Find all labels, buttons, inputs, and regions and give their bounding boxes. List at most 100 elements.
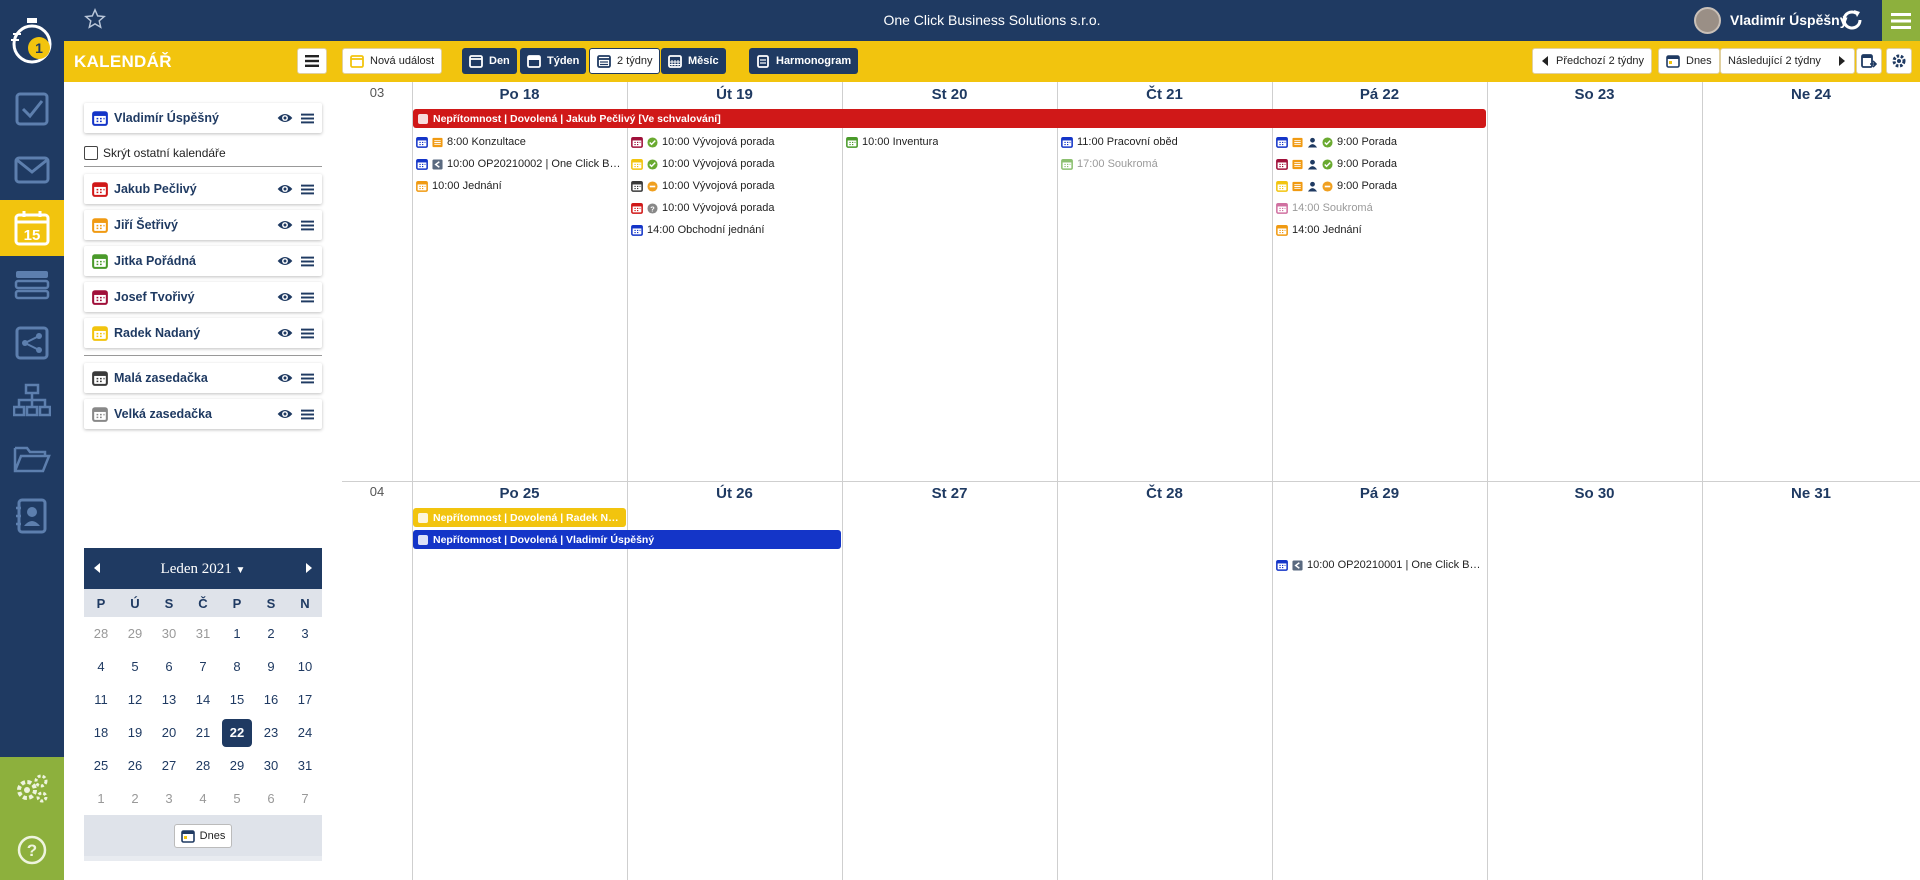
calendar-item-person-4[interactable]: Radek Nadaný bbox=[84, 318, 322, 348]
mini-day[interactable]: 13 bbox=[152, 683, 186, 716]
sidebar-item-tasks[interactable] bbox=[0, 82, 64, 136]
mini-day[interactable]: 16 bbox=[254, 683, 288, 716]
mini-day[interactable]: 29 bbox=[220, 749, 254, 782]
caret-right-icon[interactable] bbox=[304, 562, 314, 574]
mini-day[interactable]: 25 bbox=[84, 749, 118, 782]
mini-day[interactable]: 4 bbox=[186, 782, 220, 815]
mini-day[interactable]: 3 bbox=[288, 617, 322, 650]
event-item[interactable]: 14:00 Jednání bbox=[1276, 221, 1483, 239]
mini-day[interactable]: 4 bbox=[84, 650, 118, 683]
event-item[interactable]: 10:00 Vývojová porada bbox=[631, 177, 838, 195]
menu-icon[interactable] bbox=[301, 112, 314, 125]
mini-day[interactable]: 21 bbox=[186, 716, 220, 749]
mini-day[interactable]: 28 bbox=[186, 749, 220, 782]
calendar-item-person-2[interactable]: Jitka Pořádná bbox=[84, 246, 322, 276]
eye-icon[interactable] bbox=[277, 253, 293, 269]
event-item[interactable]: 10:00 OP20210001 | One Click B… bbox=[1276, 556, 1483, 574]
mini-day[interactable]: 6 bbox=[254, 782, 288, 815]
menu-icon[interactable] bbox=[301, 372, 314, 385]
day-header[interactable]: Po 18 bbox=[412, 86, 627, 103]
export-button[interactable] bbox=[1856, 48, 1882, 74]
mini-day[interactable]: 14 bbox=[186, 683, 220, 716]
day-header[interactable]: Pá 22 bbox=[1272, 86, 1487, 103]
eye-icon[interactable] bbox=[277, 370, 293, 386]
mini-day[interactable]: 15 bbox=[220, 683, 254, 716]
user-name[interactable]: Vladimír Úspěšný bbox=[1730, 12, 1848, 28]
calendar-menu-button[interactable] bbox=[297, 48, 327, 74]
mini-day[interactable]: 30 bbox=[152, 617, 186, 650]
menu-icon[interactable] bbox=[301, 219, 314, 232]
mini-day[interactable]: 10 bbox=[288, 650, 322, 683]
mini-day[interactable]: 3 bbox=[152, 782, 186, 815]
mini-day[interactable]: 2 bbox=[118, 782, 152, 815]
mini-day[interactable]: 12 bbox=[118, 683, 152, 716]
event-item[interactable]: 8:00 Konzultace bbox=[416, 133, 623, 151]
eye-icon[interactable] bbox=[277, 217, 293, 233]
event-item[interactable]: 9:00 Porada bbox=[1276, 133, 1483, 151]
day-header[interactable]: Út 26 bbox=[627, 485, 842, 502]
eye-icon[interactable] bbox=[277, 181, 293, 197]
mini-day[interactable]: 26 bbox=[118, 749, 152, 782]
settings-button[interactable] bbox=[1886, 48, 1912, 74]
event-item[interactable]: 11:00 Pracovní oběd bbox=[1061, 133, 1268, 151]
calendar-item-person-0[interactable]: Jakub Pečlivý bbox=[84, 174, 322, 204]
mini-day[interactable]: 30 bbox=[254, 749, 288, 782]
mini-day[interactable]: 8 bbox=[220, 650, 254, 683]
new-event-button[interactable]: Nová událost bbox=[342, 48, 443, 74]
event-item[interactable]: 10:00 Vývojová porada bbox=[631, 133, 838, 151]
menu-icon[interactable] bbox=[301, 183, 314, 196]
mini-day[interactable]: 22 bbox=[220, 716, 254, 749]
event-item[interactable]: 10:00 OP20210002 | One Click B… bbox=[416, 155, 623, 173]
mini-day[interactable]: 19 bbox=[118, 716, 152, 749]
event-item[interactable]: 17:00 Soukromá bbox=[1061, 155, 1268, 173]
hide-others-toggle[interactable]: Skrýt ostatní kalendáře bbox=[84, 146, 226, 160]
eye-icon[interactable] bbox=[277, 325, 293, 341]
mini-day[interactable]: 11 bbox=[84, 683, 118, 716]
refresh-icon[interactable] bbox=[1840, 8, 1864, 32]
harmonogram-button[interactable]: Harmonogram bbox=[749, 48, 859, 74]
sidebar-item-help[interactable]: ? bbox=[0, 819, 64, 880]
sidebar-item-contacts[interactable] bbox=[0, 489, 64, 543]
mini-day[interactable]: 6 bbox=[152, 650, 186, 683]
mini-day[interactable]: 31 bbox=[288, 749, 322, 782]
event-item[interactable]: 10:00 Inventura bbox=[846, 133, 1053, 151]
day-header[interactable]: Po 25 bbox=[412, 485, 627, 502]
day-header[interactable]: Čt 28 bbox=[1057, 485, 1272, 502]
sidebar-item-calendar[interactable]: 15 bbox=[0, 200, 64, 256]
menu-icon[interactable] bbox=[301, 327, 314, 340]
event-item[interactable]: 14:00 Obchodní jednání bbox=[631, 221, 838, 239]
mini-day[interactable]: 31 bbox=[186, 617, 220, 650]
mini-day[interactable]: 23 bbox=[254, 716, 288, 749]
sidebar-item-mail[interactable] bbox=[0, 143, 64, 197]
prev-2weeks-button[interactable]: Předchozí 2 týdny bbox=[1532, 48, 1653, 74]
day-header[interactable]: St 27 bbox=[842, 485, 1057, 502]
mini-day[interactable]: 29 bbox=[118, 617, 152, 650]
event-item[interactable]: 9:00 Porada bbox=[1276, 177, 1483, 195]
sidebar-item-documents[interactable] bbox=[0, 432, 64, 486]
menu-icon[interactable] bbox=[301, 291, 314, 304]
mini-day[interactable]: 1 bbox=[220, 617, 254, 650]
calendar-item-person-3[interactable]: Josef Tvořivý bbox=[84, 282, 322, 312]
today-button[interactable]: Dnes bbox=[1658, 48, 1720, 74]
view-month-button[interactable]: Měsíc bbox=[661, 48, 726, 74]
mini-calendar-month[interactable]: Leden 2021 ▼ bbox=[84, 561, 322, 578]
mini-day[interactable]: 1 bbox=[84, 782, 118, 815]
mini-today-button[interactable]: Dnes bbox=[173, 823, 233, 848]
app-logo[interactable]: 1 bbox=[0, 0, 64, 82]
mini-day[interactable]: 5 bbox=[118, 650, 152, 683]
mini-day[interactable]: 7 bbox=[186, 650, 220, 683]
mini-day[interactable]: 20 bbox=[152, 716, 186, 749]
mini-day[interactable]: 2 bbox=[254, 617, 288, 650]
eye-icon[interactable] bbox=[277, 289, 293, 305]
day-header[interactable]: Ne 24 bbox=[1702, 86, 1920, 103]
calendar-item-own[interactable]: Vladimír Úspěšný bbox=[84, 103, 322, 133]
eye-icon[interactable] bbox=[277, 406, 293, 422]
view-week-button[interactable]: Týden bbox=[520, 48, 587, 74]
sidebar-item-workflow[interactable] bbox=[0, 316, 64, 370]
day-header[interactable]: Ne 31 bbox=[1702, 485, 1920, 502]
event-item[interactable]: 14:00 Soukromá bbox=[1276, 199, 1483, 217]
hide-others-checkbox[interactable] bbox=[84, 146, 98, 160]
avatar[interactable] bbox=[1694, 7, 1721, 34]
absence-bar[interactable]: Nepřítomnost | Dovolená | Jakub Pečlivý … bbox=[413, 109, 1486, 128]
calendar-item-room-0[interactable]: Malá zasedačka bbox=[84, 363, 322, 393]
